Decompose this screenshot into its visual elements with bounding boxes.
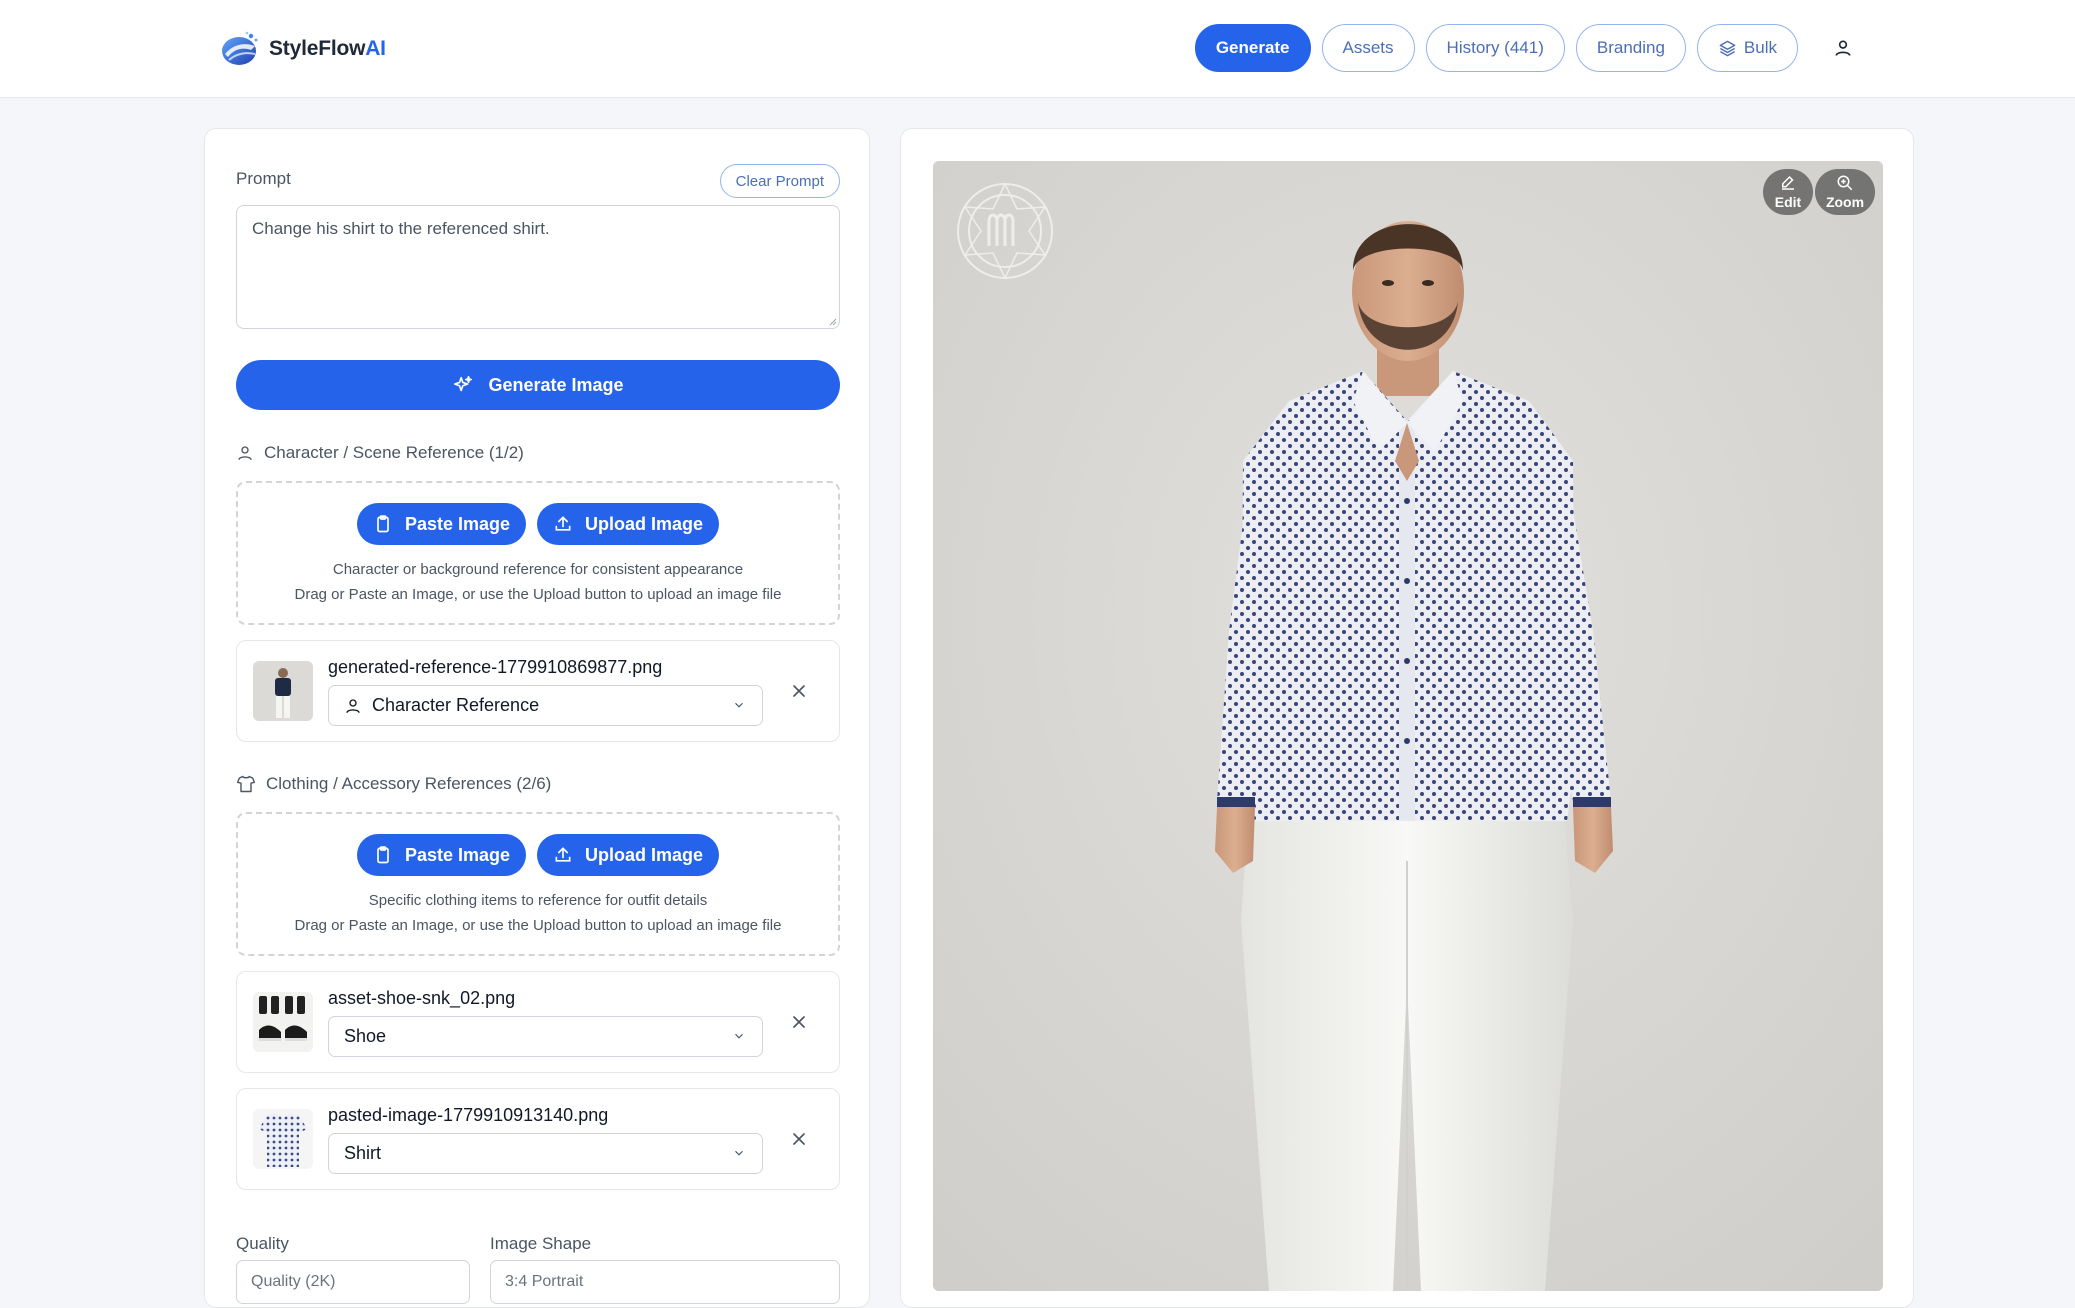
edit-image-button[interactable]: Edit: [1763, 169, 1813, 215]
main-nav: Generate Assets History (441) Branding B…: [1194, 24, 1857, 72]
image-preview-panel: Edit Zoom: [900, 128, 1914, 1308]
clear-prompt-button[interactable]: Clear Prompt: [719, 164, 840, 198]
resize-handle-icon[interactable]: [827, 316, 837, 326]
chevron-down-icon: [735, 702, 743, 708]
character-drop-hint-1: Character or background reference for co…: [332, 561, 744, 578]
quality-select[interactable]: Quality (2K): [236, 1260, 470, 1304]
sparkles-icon: [454, 375, 473, 392]
reference-type-select[interactable]: Character Reference: [328, 685, 763, 726]
reference-filename: asset-shoe-snk_02.png: [328, 988, 516, 1008]
reference-thumbnail: [253, 992, 313, 1052]
edit-icon: [1782, 175, 1794, 190]
upload-icon: [555, 516, 571, 531]
character-drop-zone[interactable]: Paste Image Upload Image Character or ba…: [236, 481, 840, 625]
generation-form-panel: Prompt Clear Prompt Change his shirt to …: [204, 128, 870, 1308]
character-drop-hint-2: Drag or Paste an Image, or use the Uploa…: [294, 586, 782, 603]
remove-reference-icon[interactable]: [789, 681, 809, 701]
shirt-icon: [236, 775, 256, 793]
clipboard-icon: [377, 515, 389, 533]
person-icon: [238, 446, 252, 461]
brand-logo[interactable]: StyleFlowAI: [219, 28, 386, 70]
clothing-drop-zone[interactable]: Paste Image Upload Image Specific clothi…: [236, 812, 840, 956]
clothing-drop-hint-2: Drag or Paste an Image, or use the Uploa…: [294, 917, 782, 934]
reference-card: pasted-image-1779910913140.png Shirt: [236, 1088, 840, 1190]
nav-history-button[interactable]: History (441): [1425, 24, 1565, 72]
quality-label: Quality: [236, 1234, 289, 1253]
user-icon: [1835, 40, 1851, 56]
remove-reference-icon[interactable]: [789, 1129, 809, 1149]
remove-reference-icon[interactable]: [789, 1012, 809, 1032]
nav-generate-button[interactable]: Generate: [1194, 24, 1311, 72]
nav-bulk-button[interactable]: Bulk: [1696, 24, 1798, 72]
clothing-paste-image-button[interactable]: Paste Image: [356, 834, 527, 876]
brand-name: StyleFlowAI: [269, 37, 386, 60]
reference-filename: generated-reference-1779910869877.png: [328, 657, 663, 677]
character-upload-image-button[interactable]: Upload Image: [537, 503, 720, 545]
prompt-section: Prompt Clear Prompt Change his shirt to …: [236, 164, 840, 410]
reference-type-select[interactable]: Shirt: [328, 1133, 763, 1174]
upload-icon: [555, 847, 571, 862]
layers-icon: [1719, 40, 1736, 56]
user-menu-button[interactable]: [1829, 34, 1857, 62]
nav-branding-button[interactable]: Branding: [1575, 24, 1686, 72]
logo-icon: [222, 31, 258, 65]
image-shape-select[interactable]: 3:4 Portrait: [490, 1260, 840, 1304]
reference-thumbnail: [253, 661, 313, 721]
prompt-text: Change his shirt to the referenced shirt…: [252, 219, 550, 238]
top-navbar: StyleFlowAI Generate Assets History (441…: [0, 0, 2075, 98]
prompt-textarea[interactable]: Change his shirt to the referenced shirt…: [236, 205, 840, 329]
generated-image[interactable]: Edit Zoom: [933, 161, 1883, 1291]
zoom-in-icon: [1837, 175, 1853, 191]
clothing-section-title: Clothing / Accessory References (2/6): [236, 774, 551, 794]
reference-filename: pasted-image-1779910913140.png: [328, 1105, 609, 1125]
reference-thumbnail: [253, 1109, 313, 1169]
reference-card: generated-reference-1779910869877.png Ch…: [236, 640, 840, 742]
generate-image-button[interactable]: Generate Image: [236, 360, 840, 410]
reference-type-select[interactable]: Shoe: [328, 1016, 763, 1057]
zoom-image-button[interactable]: Zoom: [1815, 169, 1875, 215]
chevron-down-icon: [735, 1033, 743, 1039]
chevron-down-icon: [735, 1150, 743, 1156]
clothing-upload-image-button[interactable]: Upload Image: [537, 834, 720, 876]
image-shape-label: Image Shape: [490, 1234, 592, 1253]
nav-assets-button[interactable]: Assets: [1321, 24, 1415, 72]
generated-model-photo: [933, 161, 1883, 1291]
reference-card: asset-shoe-snk_02.png Shoe: [236, 971, 840, 1073]
character-paste-image-button[interactable]: Paste Image: [356, 503, 527, 545]
character-section-title: Character / Scene Reference (1/2): [236, 443, 524, 463]
person-icon: [346, 698, 360, 713]
clipboard-icon: [377, 846, 389, 864]
clothing-drop-hint-1: Specific clothing items to reference for…: [368, 892, 708, 909]
